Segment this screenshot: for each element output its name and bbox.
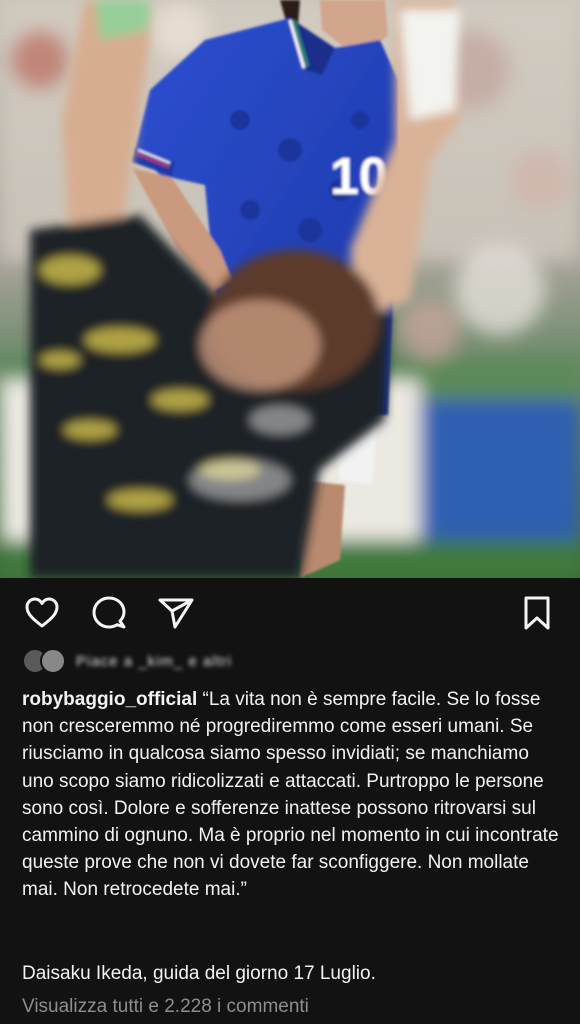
bookmark-icon: [524, 596, 550, 630]
caption-text: “La vita non è sempre facile. Se lo foss…: [22, 689, 559, 901]
heart-icon: [25, 597, 59, 628]
likes-text-obscured[interactable]: Piace a _kim_ e altri: [76, 653, 232, 670]
post-action-bar: [0, 578, 580, 648]
caption-attribution: Daisaku Ikeda, guida del giorno 17 Lugli…: [22, 963, 376, 984]
post-caption: robybaggio_official “La vita non è sempr…: [22, 686, 562, 904]
save-button[interactable]: [518, 594, 556, 632]
liker-avatar[interactable]: [40, 648, 66, 674]
comment-icon: [92, 596, 126, 629]
view-all-comments-link[interactable]: Visualizza tutti e 2.228 i commenti: [22, 993, 562, 1020]
caption-username[interactable]: robybaggio_official: [22, 689, 197, 710]
post-photo[interactable]: 10: [0, 0, 580, 578]
comment-button[interactable]: [90, 594, 128, 632]
like-button[interactable]: [23, 594, 61, 632]
post-photo-illustration: 10: [0, 0, 580, 578]
likes-row[interactable]: Piace a _kim_ e altri: [22, 646, 562, 676]
send-icon: [158, 598, 194, 629]
share-button[interactable]: [157, 594, 195, 632]
